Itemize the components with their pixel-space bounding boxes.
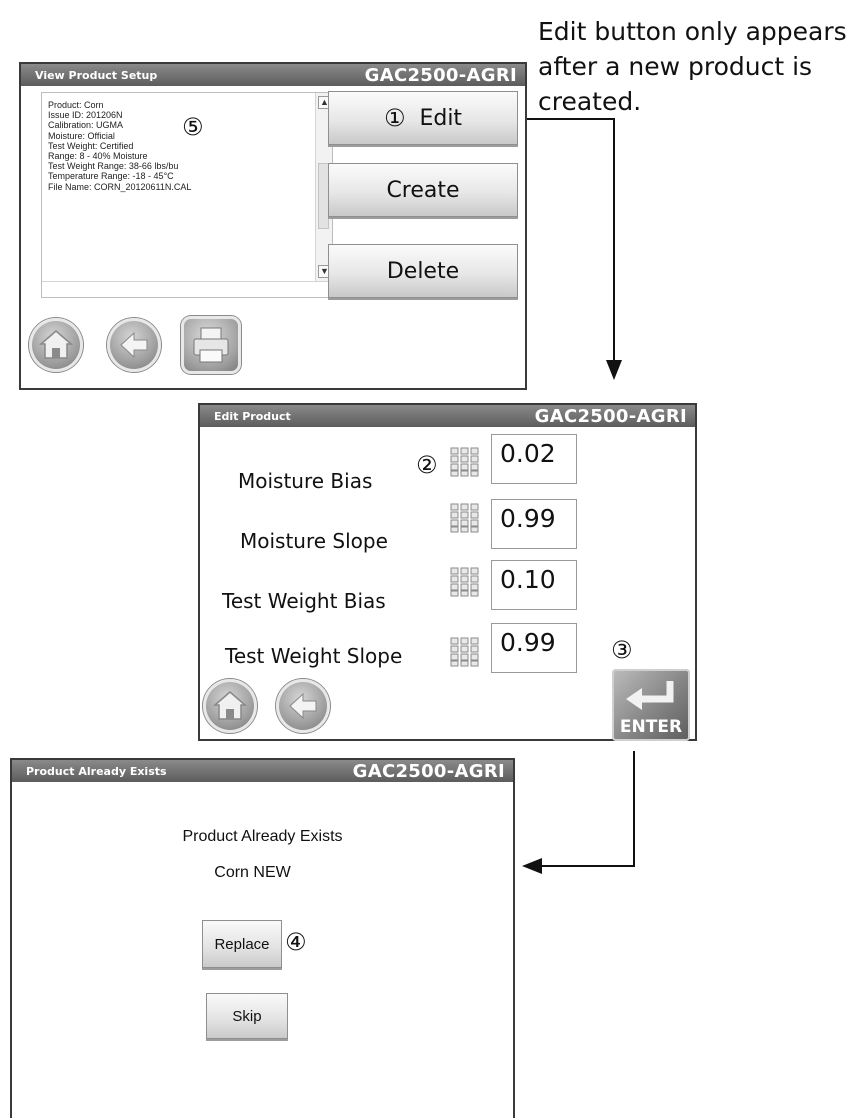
marker-5: ⑤: [182, 113, 204, 141]
screen-title: View Product Setup: [35, 69, 158, 82]
screen-title: Edit Product: [214, 410, 291, 423]
product-info-box: Product: Corn Issue ID: 201206N Calibrat…: [41, 92, 333, 298]
info-line: Product: Corn: [48, 100, 104, 110]
keypad-icon[interactable]: [450, 447, 480, 477]
product-exists-screen: Product Already Exists GAC2500-AGRI Prod…: [10, 758, 515, 1118]
replace-button-label: Replace: [214, 935, 270, 953]
title-bar: Product Already Exists GAC2500-AGRI: [12, 760, 513, 782]
enter-label: ENTER: [619, 717, 683, 737]
title-bar: Edit Product GAC2500-AGRI: [200, 405, 695, 427]
title-bar: View Product Setup GAC2500-AGRI: [21, 64, 525, 86]
test-weight-bias-label: Test Weight Bias: [222, 589, 386, 613]
model-name: GAC2500-AGRI: [364, 65, 517, 86]
moisture-slope-input[interactable]: 0.99: [491, 499, 577, 549]
skip-button-label: Skip: [232, 1007, 262, 1025]
printer-icon[interactable]: [181, 316, 241, 374]
info-line: Test Weight: Certified: [48, 140, 134, 151]
view-product-setup-screen: View Product Setup GAC2500-AGRI Product:…: [19, 62, 527, 390]
marker-4: ④: [285, 928, 307, 956]
product-name: Corn NEW: [214, 864, 291, 881]
model-name: GAC2500-AGRI: [352, 761, 505, 782]
delete-button-label: Delete: [386, 258, 460, 284]
back-arrow-icon[interactable]: [276, 679, 330, 733]
edit-product-screen: Edit Product GAC2500-AGRI ② Moisture Bia…: [198, 403, 697, 741]
home-icon[interactable]: [29, 318, 83, 372]
marker-1: ①: [383, 104, 406, 132]
model-name: GAC2500-AGRI: [534, 406, 687, 427]
info-footer-bar: [42, 281, 332, 297]
create-button-label: Create: [386, 177, 460, 203]
edit-button-label: Edit: [419, 105, 463, 131]
replace-button[interactable]: Replace: [202, 920, 282, 968]
moisture-bias-input[interactable]: 0.02: [491, 434, 577, 484]
exists-message: Product Already Exists: [182, 828, 343, 845]
back-arrow-icon[interactable]: [107, 318, 161, 372]
enter-icon: [626, 681, 674, 710]
edit-button[interactable]: ① Edit: [328, 91, 518, 145]
keypad-icon[interactable]: [450, 567, 480, 597]
screen-title: Product Already Exists: [26, 765, 167, 778]
create-button[interactable]: Create: [328, 163, 518, 217]
keypad-icon[interactable]: [450, 637, 480, 667]
enter-button[interactable]: ENTER: [612, 669, 690, 741]
info-line: Moisture: Official: [48, 130, 115, 141]
keypad-icon[interactable]: [450, 503, 480, 533]
home-icon[interactable]: [203, 679, 257, 733]
info-line: Temperature Range: -18 - 45°C: [48, 171, 174, 182]
marker-3: ③: [611, 636, 633, 664]
info-line: Calibration: UGMA: [48, 120, 124, 131]
product-info-lines: Product: Corn Issue ID: 201206N Calibrat…: [48, 100, 191, 192]
skip-button[interactable]: Skip: [206, 993, 288, 1039]
moisture-slope-label: Moisture Slope: [240, 529, 388, 553]
test-weight-slope-label: Test Weight Slope: [225, 644, 403, 668]
test-weight-bias-input[interactable]: 0.10: [491, 560, 577, 610]
info-line: File Name: CORN_20120611N.CAL: [48, 181, 192, 192]
moisture-bias-label: Moisture Bias: [238, 469, 373, 493]
info-line: Test Weight Range: 38-66 lbs/bu: [48, 161, 179, 172]
test-weight-slope-input[interactable]: 0.99: [491, 623, 577, 673]
delete-button[interactable]: Delete: [328, 244, 518, 298]
info-line: Range: 8 - 40% Moisture: [48, 151, 148, 162]
info-line: Issue ID: 201206N: [48, 110, 123, 121]
marker-2: ②: [416, 451, 438, 479]
